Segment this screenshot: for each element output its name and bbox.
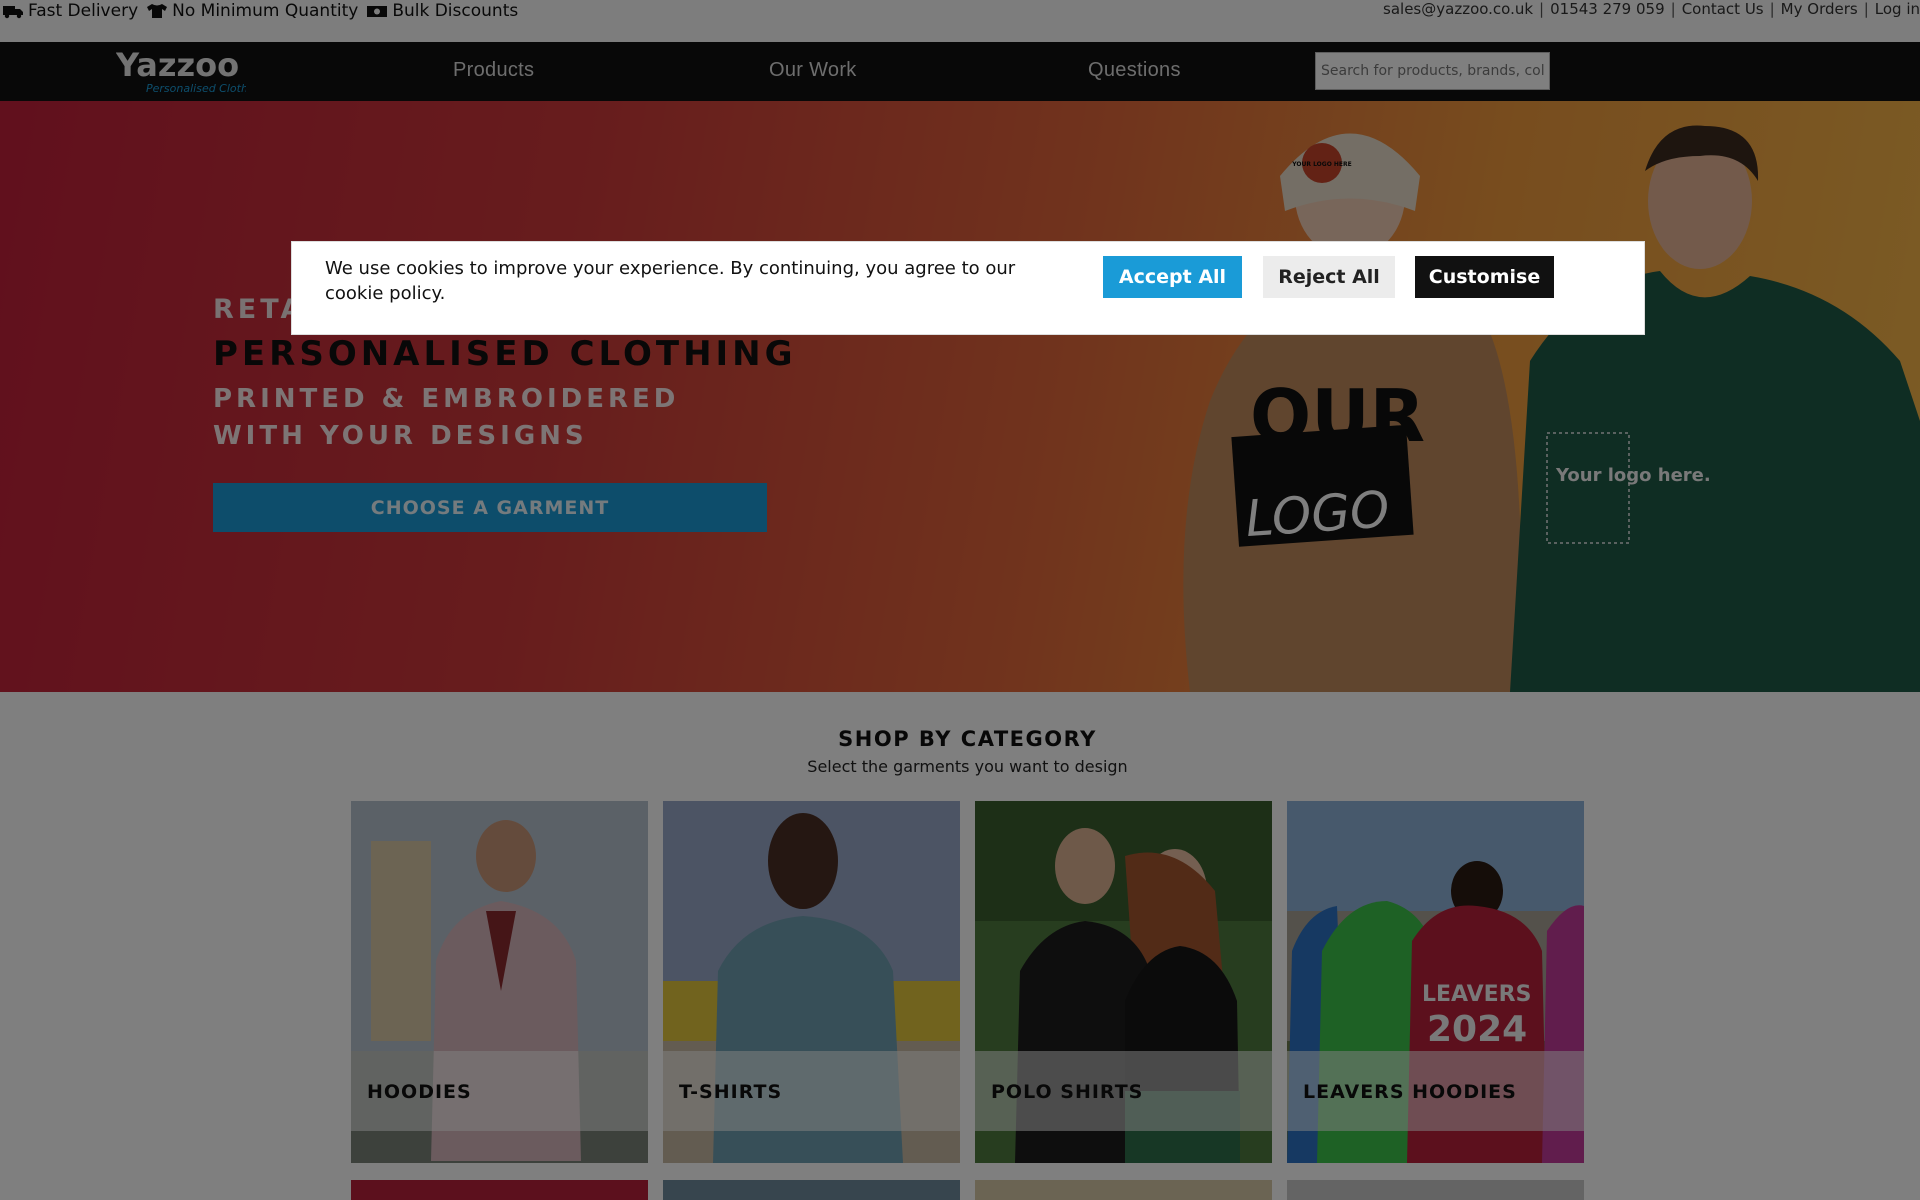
reject-all-button[interactable]: Reject All xyxy=(1263,256,1395,298)
accept-all-button[interactable]: Accept All xyxy=(1103,256,1242,298)
modal-overlay xyxy=(0,0,1920,1200)
cookie-message: We use cookies to improve your experienc… xyxy=(325,258,1016,304)
cookie-banner: We use cookies to improve your experienc… xyxy=(291,241,1645,335)
customise-button[interactable]: Customise xyxy=(1415,256,1554,298)
